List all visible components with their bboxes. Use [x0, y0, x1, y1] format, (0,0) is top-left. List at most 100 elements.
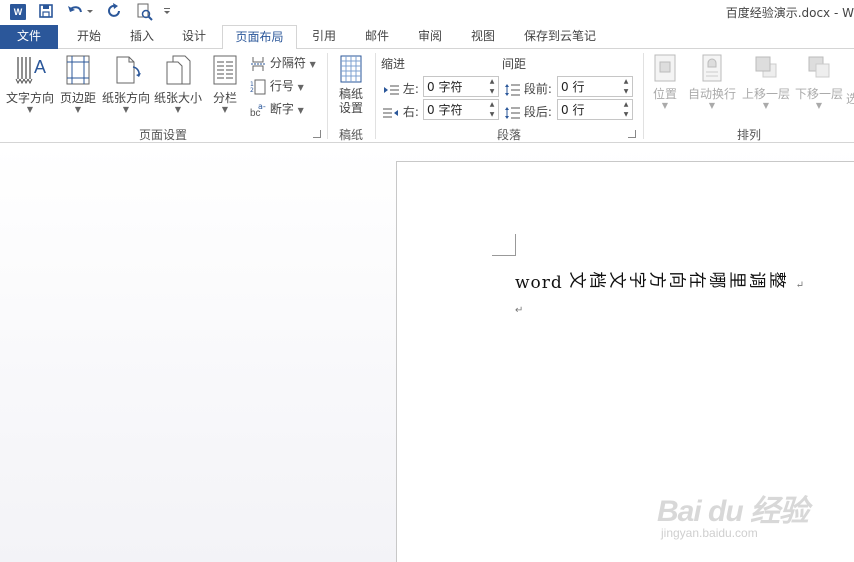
indent-left-icon: [384, 85, 399, 94]
indent-right-label: 右:: [402, 105, 419, 119]
indent-title: 缩进: [381, 57, 406, 71]
chevron-down-icon: ▼: [708, 101, 716, 110]
text-direction-label: 文字方向: [5, 91, 54, 105]
svg-text:2: 2: [250, 87, 254, 94]
line-prefix: word: [515, 273, 563, 293]
line-numbers-button[interactable]: 12 行号 ▼: [250, 76, 304, 96]
indent-left-label: 左:: [402, 82, 419, 96]
spacing-after-input[interactable]: [558, 100, 620, 119]
svg-text:A: A: [34, 57, 46, 77]
line-numbers-icon: 12: [250, 79, 266, 94]
vertical-text-run: 文档文字方向在哪里调整: [567, 272, 789, 293]
spin-up-icon[interactable]: ▲: [488, 77, 496, 86]
indent-left-label-wrap: 左:: [383, 80, 419, 97]
spacing-after-spinner[interactable]: ▲ ▼: [557, 99, 633, 120]
size-label: 纸张大小: [153, 91, 202, 105]
word-app-icon[interactable]: W: [10, 4, 26, 20]
tab-insert[interactable]: 插入: [116, 25, 168, 49]
orientation-label: 纸张方向: [101, 91, 150, 105]
quick-access-toolbar: W 百度经验演示.docx - W: [0, 0, 854, 25]
line-numbers-label: 行号: [269, 79, 294, 93]
page-setup-dialog-launcher[interactable]: [313, 130, 321, 138]
hyphenation-button[interactable]: bc a- 断字 ▼: [250, 99, 304, 119]
columns-label: 分栏: [212, 91, 237, 105]
spin-down-icon[interactable]: ▼: [622, 87, 630, 96]
tab-save-to-cloud-notes[interactable]: 保存到云笔记: [512, 25, 608, 49]
spin-up-icon[interactable]: ▲: [622, 100, 630, 109]
document-text-line[interactable]: word 文档文字方向在哪里调整 ↵: [515, 268, 805, 294]
bring-forward-icon: [755, 56, 777, 78]
chevron-down-icon: ▼: [309, 60, 316, 69]
orientation-button[interactable]: 纸张方向 ▼: [100, 53, 152, 114]
arrange-group-label: 排列: [736, 128, 761, 142]
chevron-down-icon: ▼: [815, 101, 823, 110]
manuscript-settings-button[interactable]: 稿纸 设置: [334, 53, 368, 115]
spacing-title: 间距: [502, 57, 527, 71]
chevron-down-icon: ▼: [122, 105, 130, 114]
tab-file[interactable]: 文件: [0, 25, 58, 49]
undo-icon[interactable]: [66, 3, 94, 21]
selection-pane-button[interactable]: 选: [846, 89, 854, 109]
paragraph-mark: ↵: [515, 305, 524, 316]
send-backward-label: 下移一层: [794, 87, 843, 101]
tab-references[interactable]: 引用: [298, 25, 350, 49]
send-backward-button[interactable]: 下移一层 ▼: [793, 53, 845, 110]
tab-page-layout[interactable]: 页面布局: [222, 25, 297, 50]
margin-crop-mark: [492, 234, 516, 256]
spin-up-icon[interactable]: ▲: [622, 77, 630, 86]
spacing-before-input[interactable]: [558, 77, 620, 96]
spin-up-icon[interactable]: ▲: [488, 100, 496, 109]
chevron-down-icon: ▼: [174, 105, 182, 114]
wrap-text-label: 自动换行: [687, 87, 736, 101]
tab-view[interactable]: 视图: [457, 25, 509, 49]
baidu-jingyan-watermark: Bai du 经验 jingyan.baidu.com: [657, 486, 809, 540]
svg-text:a-: a-: [258, 102, 266, 111]
chevron-down-icon: ▼: [661, 101, 669, 110]
paragraph-mark: ↵: [795, 280, 805, 291]
position-button[interactable]: 位置 ▼: [648, 53, 682, 110]
spin-down-icon[interactable]: ▼: [488, 87, 496, 96]
tab-mailings[interactable]: 邮件: [351, 25, 403, 49]
page-break-icon: [251, 56, 265, 71]
text-direction-button[interactable]: A 文字方向 ▼: [4, 53, 56, 114]
paragraph-group-label: 段落: [496, 128, 521, 142]
spacing-before-label-wrap: 段前:: [504, 80, 552, 97]
window-title: 百度经验演示.docx - W: [725, 6, 854, 20]
indent-right-spinner[interactable]: ▲ ▼: [423, 99, 499, 120]
hyphenation-label: 断字: [269, 102, 294, 116]
indent-left-spinner[interactable]: ▲ ▼: [423, 76, 499, 97]
size-button[interactable]: 纸张大小 ▼: [153, 53, 203, 114]
save-icon[interactable]: [38, 3, 56, 21]
redo-icon[interactable]: [107, 3, 125, 21]
wrap-text-icon: [702, 54, 722, 82]
customize-qat-icon[interactable]: [162, 3, 172, 21]
indent-right-icon: [383, 108, 398, 117]
orientation-icon: [116, 56, 141, 84]
tab-design[interactable]: 设计: [168, 25, 220, 49]
wrap-text-button[interactable]: 自动换行 ▼: [686, 53, 738, 110]
spacing-after-icon: [505, 106, 520, 119]
spacing-before-spinner[interactable]: ▲ ▼: [557, 76, 633, 97]
print-preview-icon[interactable]: [136, 3, 154, 21]
columns-button[interactable]: 分栏 ▼: [208, 53, 242, 114]
position-label: 位置: [652, 87, 677, 101]
ribbon: A 文字方向 ▼ 页边距 ▼ 纸张方向 ▼ 纸张大小 ▼ 分栏 ▼ 分隔符 ▼ …: [0, 49, 854, 143]
tab-review[interactable]: 审阅: [404, 25, 456, 49]
spin-down-icon[interactable]: ▼: [488, 110, 496, 119]
margins-label: 页边距: [59, 91, 96, 105]
tab-home[interactable]: 开始: [63, 25, 115, 49]
chevron-down-icon: ▼: [26, 105, 34, 114]
ribbon-tabs: 文件 开始 插入 设计 页面布局 引用 邮件 审阅 视图 保存到云笔记: [0, 25, 854, 50]
manuscript-group-label: 稿纸: [338, 128, 363, 142]
breaks-button[interactable]: 分隔符 ▼: [250, 53, 316, 73]
paper-size-icon: [166, 55, 191, 85]
indent-right-input[interactable]: [424, 100, 486, 119]
document-canvas[interactable]: word 文档文字方向在哪里调整 ↵ ↵ Bai du 经验 jingyan.b…: [0, 144, 854, 562]
chevron-down-icon: ▼: [297, 106, 304, 115]
spin-down-icon[interactable]: ▼: [622, 110, 630, 119]
indent-left-input[interactable]: [424, 77, 486, 96]
margins-button[interactable]: 页边距 ▼: [58, 53, 98, 114]
indent-right-label-wrap: 右:: [383, 103, 419, 120]
paragraph-dialog-launcher[interactable]: [628, 130, 636, 138]
bring-forward-button[interactable]: 上移一层 ▼: [740, 53, 792, 110]
